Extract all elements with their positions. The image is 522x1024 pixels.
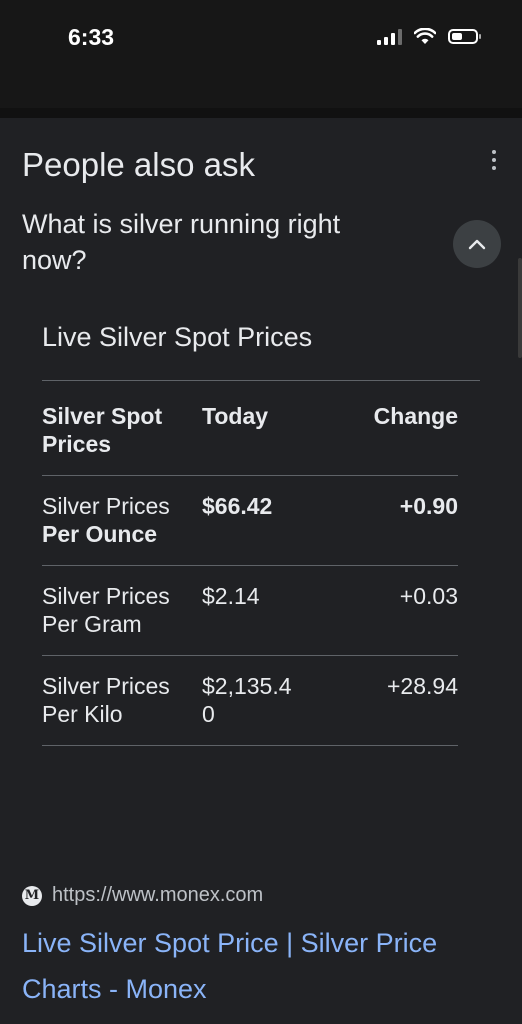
row-label: Silver Prices Per Kilo xyxy=(42,655,200,746)
row-label-bold: Per Ounce xyxy=(42,521,158,547)
scrollbar[interactable] xyxy=(518,258,522,358)
monex-favicon: M xyxy=(22,885,42,906)
row-label: Silver Prices Per Ounce xyxy=(42,475,200,566)
chevron-up-icon xyxy=(468,239,486,250)
table-header-row: Silver Spot Prices Today Change xyxy=(42,392,458,476)
status-bar: 6:33 xyxy=(0,0,522,110)
wifi-icon xyxy=(414,28,436,44)
row-change-value: +0.03 xyxy=(300,565,458,656)
row-label-plain: Silver Prices xyxy=(42,493,170,519)
more-options-icon[interactable] xyxy=(490,150,498,170)
status-time: 6:33 xyxy=(68,24,115,50)
table-row: Silver Prices Per Kilo $2,135.40 +28.94 xyxy=(42,655,458,746)
result-title-link[interactable]: Live Silver Spot Price | Silver Price Ch… xyxy=(22,920,492,1012)
row-change-value: +0.90 xyxy=(300,475,458,566)
row-label: Silver Prices Per Gram xyxy=(42,565,200,656)
column-header-change: Change xyxy=(300,392,458,476)
paa-question[interactable]: What is silver running right now? xyxy=(22,206,412,278)
battery-icon xyxy=(448,29,481,44)
people-also-ask-title: People also ask xyxy=(22,146,255,183)
source-attribution[interactable]: M https://www.monex.com xyxy=(22,884,263,907)
section-divider xyxy=(0,108,522,118)
signal-icon xyxy=(377,28,402,45)
prices-table: Silver Spot Prices Today Change Silver P… xyxy=(42,392,458,746)
table-row: Silver Prices Per Gram $2.14 +0.03 xyxy=(42,565,458,656)
row-today-value: $2.14 xyxy=(200,565,300,656)
table-row: Silver Prices Per Ounce $66.42 +0.90 xyxy=(42,475,458,566)
column-header-today: Today xyxy=(200,392,300,476)
column-header-item: Silver Spot Prices xyxy=(42,392,200,476)
row-change-value: +28.94 xyxy=(300,655,458,746)
heading-divider xyxy=(42,380,480,381)
collapse-button[interactable] xyxy=(453,220,501,268)
status-icons xyxy=(377,28,481,45)
row-today-value: $66.42 xyxy=(200,475,300,566)
row-today-value: $2,135.40 xyxy=(200,655,300,746)
answer-heading: Live Silver Spot Prices xyxy=(42,322,313,352)
source-url[interactable]: https://www.monex.com xyxy=(52,884,263,907)
